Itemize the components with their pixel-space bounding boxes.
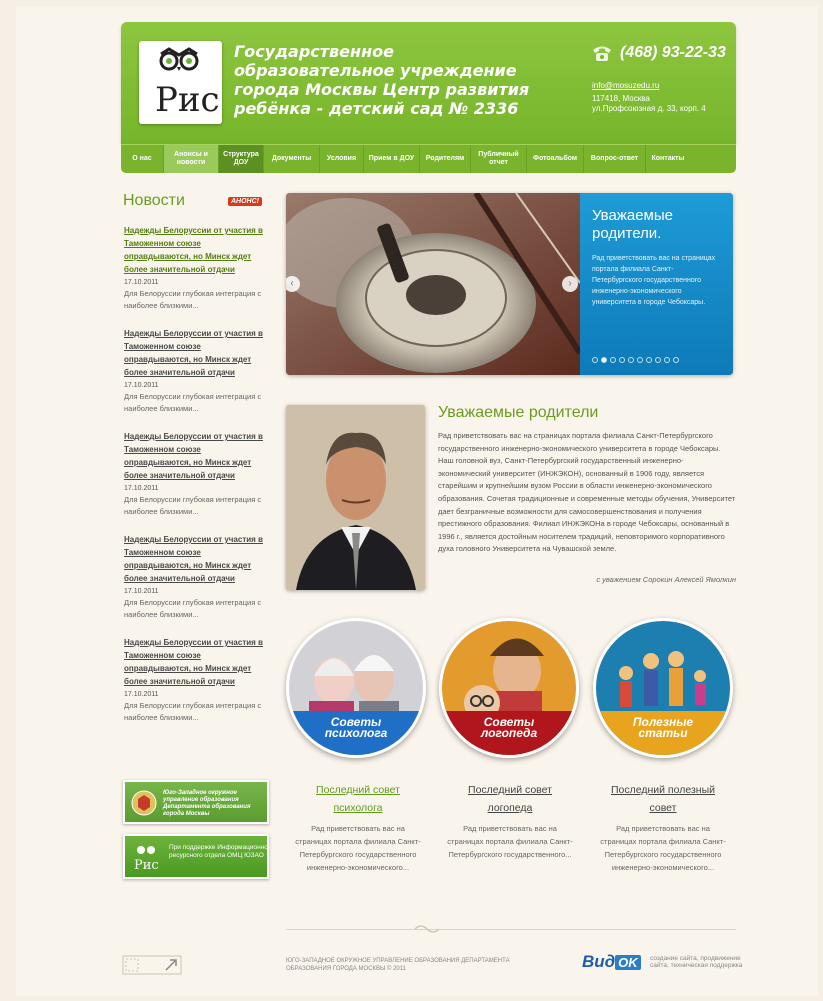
news-excerpt: Для Белоруссии глубокая интеграция с наи… — [124, 598, 262, 619]
banner-text: При поддержке Информационно-ресурсного о… — [169, 844, 271, 859]
email-link[interactable]: info@mosuzedu.ru — [592, 81, 659, 90]
omc-support-banner[interactable]: Рис При поддержке Информационно-ресурсно… — [123, 834, 270, 879]
slide-caption: Уважаемые родители. Рад приветствовать в… — [580, 193, 733, 375]
slider-dot[interactable] — [628, 357, 634, 363]
director-message: Рад приветствовать вас на страницах порт… — [438, 431, 736, 554]
slider-dot[interactable] — [655, 357, 661, 363]
news-excerpt: Для Белоруссии глубокая интеграция с наи… — [124, 392, 262, 413]
news-date: 17.10.2011 — [124, 382, 159, 389]
advice-excerpt: Рад приветствовать вас на страницах порт… — [600, 824, 726, 872]
slider-next-button[interactable]: › — [562, 276, 578, 292]
circle-label-line: статьи — [638, 726, 688, 740]
last-psychologist-advice-link[interactable]: Последний совет психолога — [316, 784, 400, 814]
address: 117418, Москва ул.Профсоюзная д. 33, кор… — [592, 94, 742, 114]
useful-articles-circle[interactable]: Полезные статьи — [593, 618, 733, 758]
nav-contacts[interactable]: Контакты — [646, 145, 690, 173]
vidok-services: создание сайта, продвижение сайта, техни… — [650, 955, 743, 969]
nav-admission[interactable]: Прием в ДОУ — [364, 145, 420, 173]
phone-icon — [593, 46, 611, 61]
news-date: 17.10.2011 — [124, 588, 159, 595]
vidok-logo-ok: OK — [615, 955, 641, 970]
fishing-reel-image — [286, 193, 580, 375]
footer-divider — [286, 929, 736, 930]
slide-text: Рад приветствовать вас на страницах порт… — [592, 255, 716, 306]
circle-label: Советы логопеда — [442, 711, 576, 755]
news-excerpt: Для Белоруссии глубокая интеграция с наи… — [124, 701, 262, 722]
nav-structure[interactable]: Структура ДОУ — [219, 145, 264, 173]
news-headline[interactable]: Надежды Белоруссии от участия в Таможенн… — [124, 224, 269, 276]
nav-about[interactable]: О нас — [121, 145, 164, 173]
news-item: Надежды Белоруссии от участия в Таможенн… — [124, 224, 269, 312]
announce-badge[interactable]: АНОНС! — [228, 197, 262, 206]
slider-dot[interactable] — [619, 357, 625, 363]
news-heading: Новости — [123, 192, 185, 209]
news-date: 17.10.2011 — [124, 279, 159, 286]
news-headline[interactable]: Надежды Белоруссии от участия в Таможенн… — [124, 636, 269, 688]
news-item: Надежды Белоруссии от участия в Таможенн… — [124, 327, 269, 415]
owl-small-icon: Рис — [131, 842, 161, 873]
phone-number: (468) 93-22-33 — [620, 44, 726, 61]
banner-text: Юго-Западное окружное управление образов… — [163, 790, 251, 817]
slide-title: Уважаемые родители. — [592, 207, 673, 242]
psychologist-advice-circle[interactable]: Советы психолога — [286, 618, 426, 758]
address-line-street: ул.Профсоюзная д. 33, корп. 4 — [592, 104, 706, 113]
vidok-logo[interactable]: Вид OK — [582, 952, 641, 972]
news-headline[interactable]: Надежды Белоруссии от участия в Таможенн… — [124, 533, 269, 585]
advice-column: Последний полезный совет Рад приветствов… — [598, 780, 728, 874]
news-date: 17.10.2011 — [124, 485, 159, 492]
director-portrait — [286, 405, 425, 590]
nav-public-report[interactable]: Публичный отчет — [471, 145, 527, 173]
director-heading: Уважаемые родители — [438, 404, 599, 421]
nav-photo-album[interactable]: Фотоальбом — [527, 145, 584, 173]
slider-dots — [592, 357, 679, 363]
education-department-banner[interactable]: Юго-Западное окружное управление образов… — [123, 780, 269, 824]
director-photo — [286, 405, 425, 590]
divider-swirl-icon — [414, 925, 440, 933]
vidok-logo-main: Вид — [582, 952, 616, 971]
news-excerpt: Для Белоруссии глубокая интеграция с наи… — [124, 289, 262, 310]
news-headline[interactable]: Надежды Белоруссии от участия в Таможенн… — [124, 327, 269, 379]
last-speech-therapist-advice-link[interactable]: Последний совет логопеда — [468, 784, 552, 814]
nav-faq[interactable]: Вопрос-ответ — [584, 145, 646, 173]
coat-of-arms-icon — [131, 790, 157, 816]
banner-logo-text: Рис — [134, 858, 159, 872]
news-item: Надежды Белоруссии от участия в Таможенн… — [124, 533, 269, 621]
nav-documents[interactable]: Документы — [264, 145, 320, 173]
site-logo[interactable]: Рис — [139, 41, 222, 124]
circle-label-line: психолога — [324, 726, 388, 740]
slider-dot[interactable] — [673, 357, 679, 363]
circle-label: Полезные статьи — [596, 711, 730, 755]
advice-excerpt: Рад приветствовать вас на страницах порт… — [295, 824, 421, 872]
slider-dot[interactable] — [637, 357, 643, 363]
slider-dot[interactable] — [601, 357, 607, 363]
speech-therapist-advice-circle[interactable]: Советы логопеда — [439, 618, 579, 758]
news-excerpt: Для Белоруссии глубокая интеграция с наи… — [124, 495, 262, 516]
news-item: Надежды Белоруссии от участия в Таможенн… — [124, 430, 269, 518]
slider-dot[interactable] — [646, 357, 652, 363]
address-line-city: 117418, Москва — [592, 94, 650, 103]
advice-column: Последний совет логопеда Рад приветствов… — [445, 780, 575, 861]
news-headline[interactable]: Надежды Белоруссии от участия в Таможенн… — [124, 430, 269, 482]
slider-dot[interactable] — [610, 357, 616, 363]
main-nav: О нас Анонсы и новости Структура ДОУ Док… — [121, 144, 736, 173]
hero-slider: ‹ › Уважаемые родители. Рад приветствова… — [286, 193, 733, 375]
slider-dot[interactable] — [664, 357, 670, 363]
owl-logo-icon: Рис — [155, 47, 220, 120]
org-title: Государственное образовательное учрежден… — [234, 42, 530, 118]
advice-excerpt: Рад приветствовать вас на страницах порт… — [447, 824, 573, 859]
advice-column: Последний совет психолога Рад приветство… — [293, 780, 423, 874]
nav-parents[interactable]: Родителям — [420, 145, 471, 173]
footer-copyright: ЮГО-ЗАПАДНОЕ ОКРУЖНОЕ УПРАВЛЕНИЕ ОБРАЗОВ… — [286, 958, 510, 972]
circle-label-line: логопеда — [480, 726, 538, 740]
news-item: Надежды Белоруссии от участия в Таможенн… — [124, 636, 269, 724]
nav-announcements[interactable]: Анонсы и новости — [164, 145, 219, 173]
circle-label: Советы психолога — [289, 711, 423, 755]
news-date: 17.10.2011 — [124, 691, 159, 698]
logo-text: Рис — [155, 80, 220, 120]
director-signature: с уважением Сорокин Алексей Ямолкин — [596, 575, 736, 584]
nav-conditions[interactable]: Условия — [320, 145, 364, 173]
counter-badge-icon[interactable] — [122, 955, 182, 975]
slider-dot[interactable] — [592, 357, 598, 363]
last-useful-advice-link[interactable]: Последний полезный совет — [611, 784, 715, 814]
